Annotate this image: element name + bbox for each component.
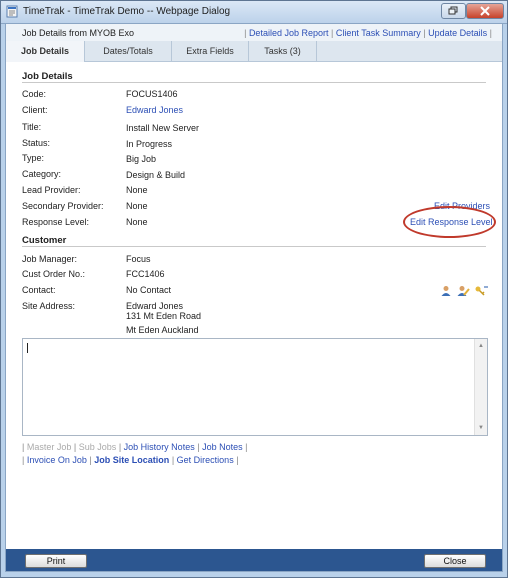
- site-address-label: Site Address:: [22, 301, 76, 311]
- restore-icon: [448, 6, 458, 15]
- status-label: Status:: [22, 138, 51, 148]
- notes-textarea[interactable]: ▲ ▼: [22, 338, 488, 436]
- invoice-on-job-link[interactable]: Invoice On Job: [27, 455, 87, 465]
- footer-links-row1: | Master Job | Sub Jobs | Job History No…: [22, 442, 248, 452]
- window-title: TimeTrak - TimeTrak Demo -- Webpage Dial…: [23, 6, 231, 17]
- header-bar: Job Details from MYOB Exo | Detailed Job…: [6, 24, 502, 42]
- job-history-notes-link[interactable]: Job History Notes: [124, 442, 195, 452]
- client-task-summary-link[interactable]: Client Task Summary: [336, 28, 421, 38]
- sub-jobs-link: Sub Jobs: [78, 442, 117, 452]
- footer-links-row2: | Invoice On Job | Job Site Location | G…: [22, 455, 239, 465]
- response-level-label: Response Level:: [22, 217, 90, 227]
- site-address-line3: Mt Eden Auckland: [126, 325, 199, 335]
- lead-provider-value: None: [126, 185, 148, 195]
- category-label: Category:: [22, 169, 62, 179]
- job-manager-value: Focus: [126, 254, 151, 264]
- site-address-line1: Edward Jones: [126, 301, 184, 311]
- app-icon: [6, 5, 18, 18]
- client-link[interactable]: Edward Jones: [126, 105, 183, 115]
- response-level-value: None: [126, 217, 148, 227]
- category-value: Design & Build: [126, 170, 186, 180]
- scroll-up-icon[interactable]: ▲: [478, 343, 484, 349]
- job-manager-label: Job Manager:: [22, 254, 78, 264]
- title-label: Title:: [22, 122, 42, 132]
- text-caret: [27, 343, 28, 353]
- close-window-button[interactable]: [466, 3, 504, 19]
- person-icon[interactable]: [441, 286, 451, 296]
- divider: [22, 246, 486, 247]
- contact-icons: [440, 285, 490, 297]
- master-job-link: Master Job: [26, 442, 72, 452]
- print-button[interactable]: Print: [25, 554, 87, 568]
- close-button[interactable]: Close: [424, 554, 486, 568]
- secondary-provider-label: Secondary Provider:: [22, 201, 104, 211]
- type-label: Type:: [22, 153, 45, 163]
- site-address-line2: 131 Mt Eden Road: [126, 311, 202, 321]
- scroll-down-icon[interactable]: ▼: [478, 425, 484, 431]
- cust-order-value: FCC1406: [126, 269, 165, 279]
- title-bar[interactable]: TimeTrak - TimeTrak Demo -- Webpage Dial…: [1, 1, 507, 24]
- restore-button[interactable]: [441, 3, 466, 19]
- bottom-bar: Print Close: [6, 549, 502, 571]
- divider: [22, 82, 486, 83]
- close-icon: [480, 6, 490, 16]
- contact-value: No Contact: [126, 285, 172, 295]
- tab-dates-totals[interactable]: Dates/Totals: [85, 41, 172, 61]
- job-notes-link[interactable]: Job Notes: [202, 442, 243, 452]
- get-directions-link[interactable]: Get Directions: [177, 455, 234, 465]
- update-details-link[interactable]: Update Details: [428, 28, 487, 38]
- dialog-content: Job Details from MYOB Exo | Detailed Job…: [5, 23, 503, 572]
- secondary-provider-value: None: [126, 201, 148, 211]
- type-value: Big Job: [126, 154, 157, 164]
- title-value: Install New Server: [126, 123, 200, 133]
- contact-label: Contact:: [22, 285, 56, 295]
- tab-job-details[interactable]: Job Details: [6, 41, 85, 62]
- code-value: FOCUS1406: [126, 89, 178, 99]
- customer-heading: Customer: [22, 235, 67, 246]
- tab-bar: Job Details Dates/Totals Extra Fields Ta…: [6, 41, 502, 62]
- cust-order-label: Cust Order No.:: [22, 269, 86, 279]
- tab-tasks[interactable]: Tasks (3): [249, 41, 317, 61]
- source-label: Job Details from MYOB Exo: [22, 28, 135, 38]
- key-icon[interactable]: [475, 286, 489, 296]
- tab-extra-fields[interactable]: Extra Fields: [172, 41, 249, 61]
- header-links: | Detailed Job Report | Client Task Summ…: [244, 28, 492, 38]
- notes-scrollbar[interactable]: ▲ ▼: [474, 339, 487, 435]
- lead-provider-label: Lead Provider:: [22, 185, 81, 195]
- dialog-window: TimeTrak - TimeTrak Demo -- Webpage Dial…: [0, 0, 508, 578]
- client-label: Client:: [22, 105, 48, 115]
- highlight-circle: [403, 206, 496, 238]
- code-label: Code:: [22, 89, 47, 99]
- job-site-location-link[interactable]: Job Site Location: [94, 455, 169, 465]
- job-details-heading: Job Details: [22, 71, 73, 82]
- edit-person-icon[interactable]: [457, 286, 470, 296]
- detailed-job-report-link[interactable]: Detailed Job Report: [249, 28, 329, 38]
- status-value: In Progress: [126, 139, 173, 149]
